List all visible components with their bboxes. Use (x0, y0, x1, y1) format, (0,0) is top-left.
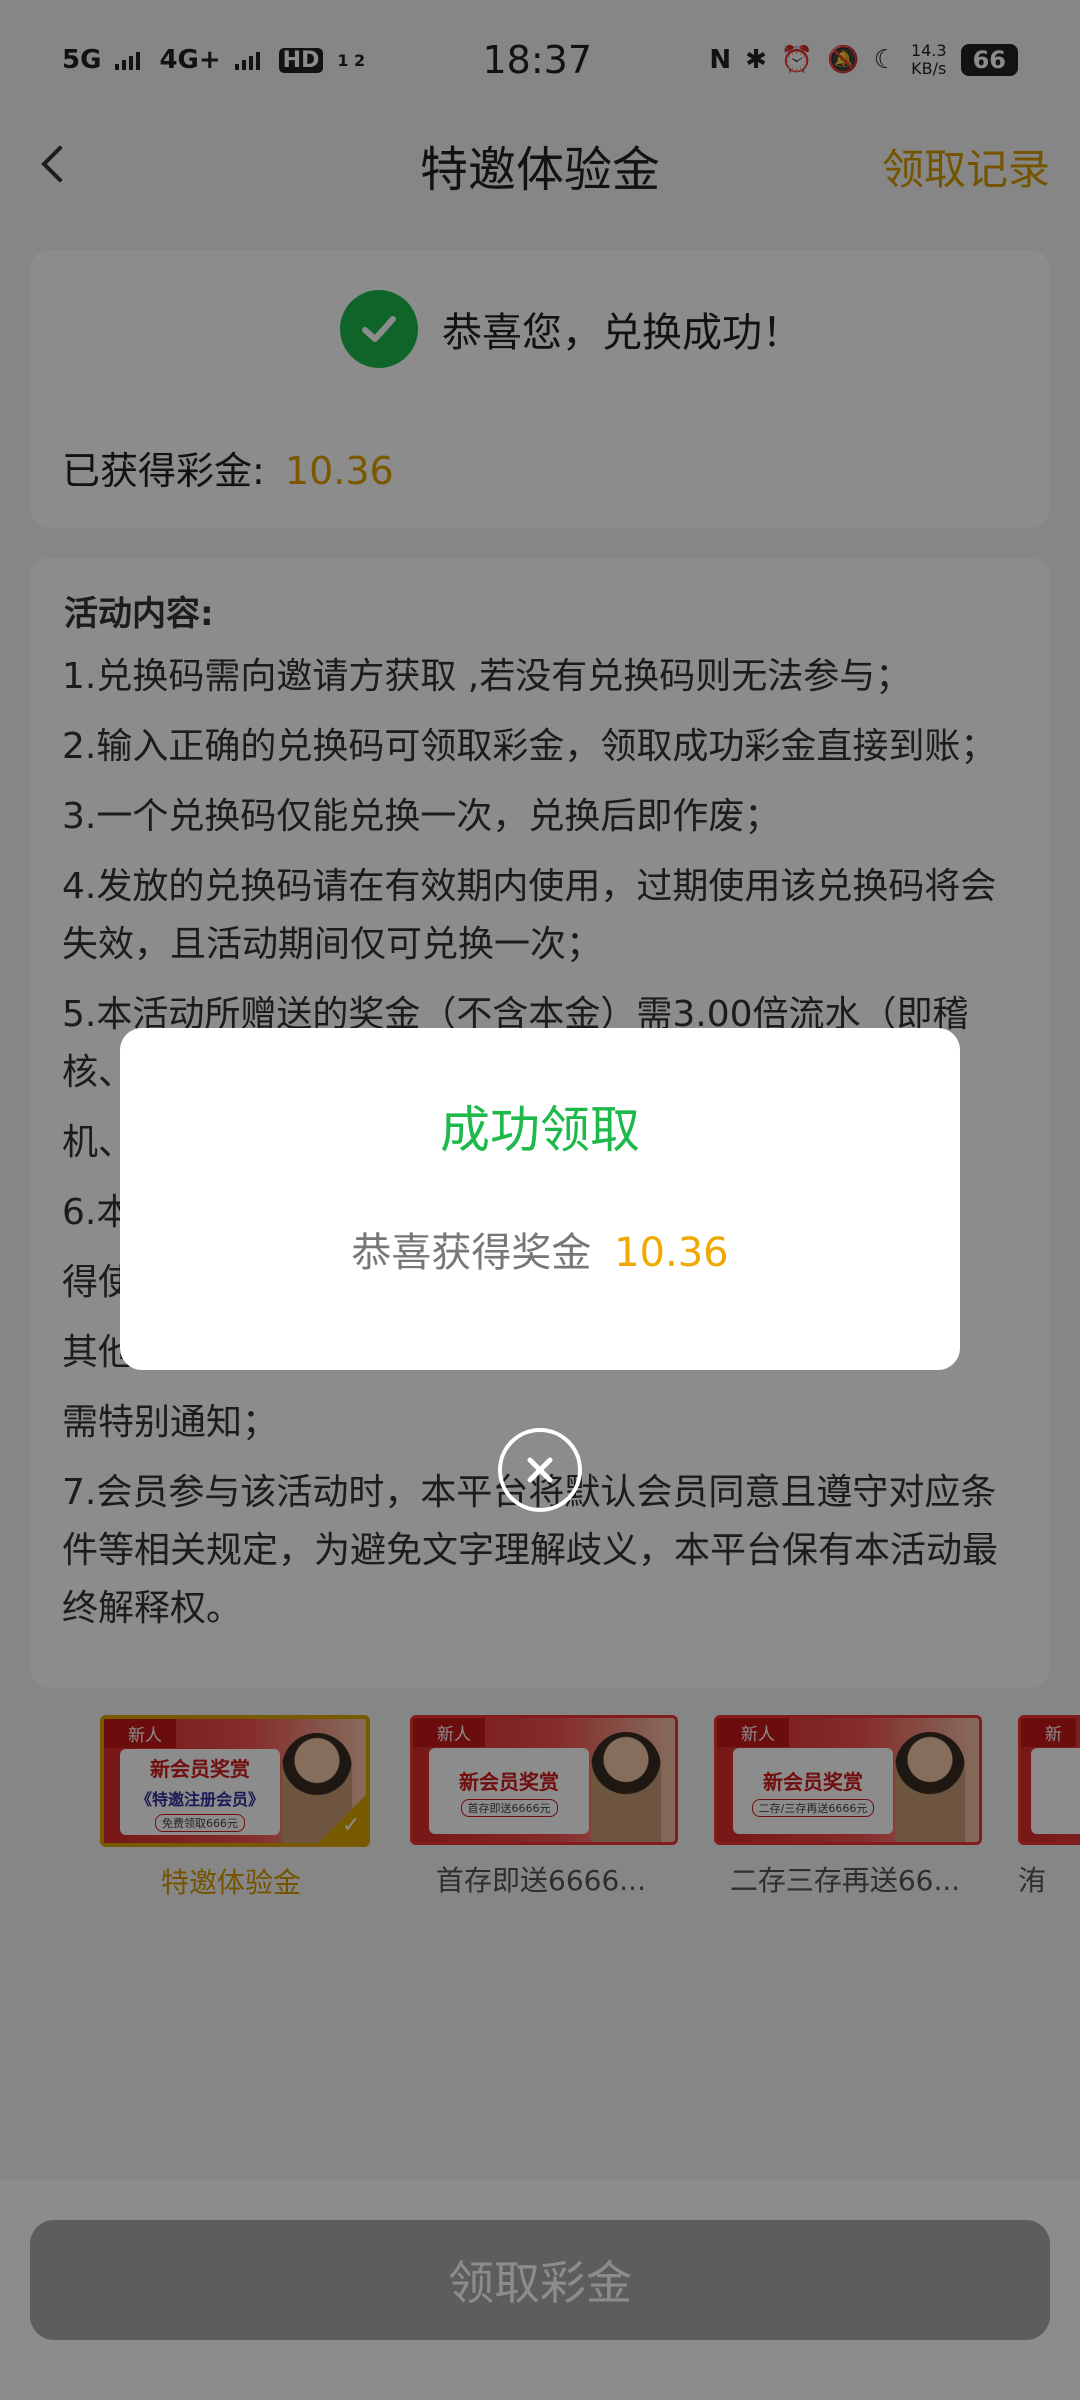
modal-body: 恭喜获得奖金 10.36 (120, 1220, 960, 1278)
success-modal: 成功领取 恭喜获得奖金 10.36 (120, 1028, 960, 1370)
modal-title: 成功领取 (440, 1101, 640, 1159)
modal-amount: 10.36 (614, 1230, 729, 1276)
close-icon[interactable] (498, 1428, 582, 1512)
modal-body-text: 恭喜获得奖金 (351, 1230, 592, 1276)
